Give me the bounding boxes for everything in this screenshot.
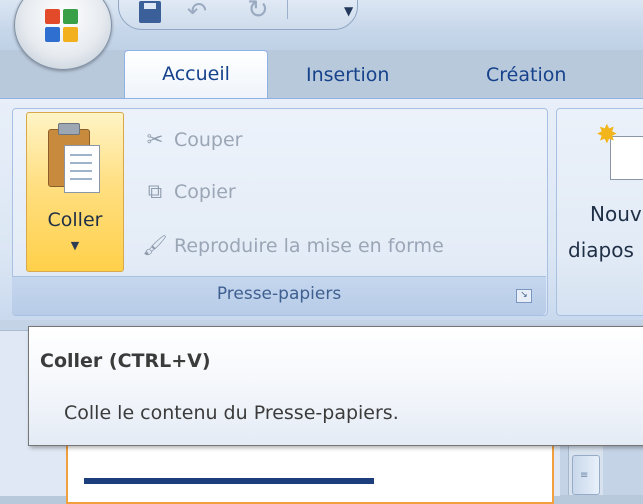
tooltip-description: Colle le contenu du Presse-papiers. bbox=[64, 402, 399, 424]
new-slide-icon[interactable]: ✸ bbox=[596, 120, 643, 180]
save-icon[interactable] bbox=[139, 1, 161, 23]
office-button[interactable] bbox=[14, 0, 112, 70]
paste-button[interactable]: Coller ▼ bbox=[26, 112, 124, 272]
undo-icon[interactable]: ↶ bbox=[187, 0, 207, 25]
chevron-down-icon[interactable]: ▼ bbox=[27, 239, 123, 252]
scissors-icon: ✂ bbox=[146, 127, 164, 151]
paste-label: Coller bbox=[47, 209, 103, 231]
new-slide-label-line2[interactable]: diapos bbox=[568, 238, 634, 262]
redo-icon[interactable]: ↻ bbox=[247, 0, 269, 25]
dialog-launcher-icon[interactable]: ↘ bbox=[516, 289, 532, 303]
copy-icon: ⧉ bbox=[147, 179, 163, 203]
clipboard-group-label: Presse-papiers bbox=[216, 284, 342, 304]
tab-creation[interactable]: Création bbox=[486, 52, 566, 98]
copy-button[interactable]: ⧉ Copier bbox=[142, 174, 236, 208]
tab-accueil[interactable]: Accueil bbox=[124, 50, 268, 101]
tooltip bbox=[28, 326, 643, 446]
clipboard-icon bbox=[48, 123, 100, 197]
paintbrush-icon: 🖌 bbox=[142, 233, 168, 257]
copy-label: Copier bbox=[174, 181, 236, 203]
format-painter-label: Reproduire la mise en forme bbox=[174, 235, 444, 257]
customize-qat-chevron-icon[interactable]: ▼ bbox=[344, 4, 353, 18]
tooltip-title: Coller (CTRL+V) bbox=[40, 350, 211, 372]
format-painter-button[interactable]: 🖌 Reproduire la mise en forme bbox=[142, 228, 444, 262]
grip-icon: ≡ bbox=[580, 470, 589, 481]
cut-label: Couper bbox=[174, 129, 243, 151]
quick-access-toolbar: ↶ ↻ bbox=[118, 0, 358, 30]
cut-button[interactable]: ✂ Couper bbox=[142, 122, 243, 156]
new-slide-label-line1[interactable]: Nouv bbox=[590, 202, 642, 226]
qat-separator bbox=[287, 0, 288, 19]
tab-insertion[interactable]: Insertion bbox=[306, 52, 389, 98]
office-logo-icon bbox=[45, 9, 81, 45]
clipboard-group-footer: Presse-papiers ↘ bbox=[12, 276, 546, 315]
